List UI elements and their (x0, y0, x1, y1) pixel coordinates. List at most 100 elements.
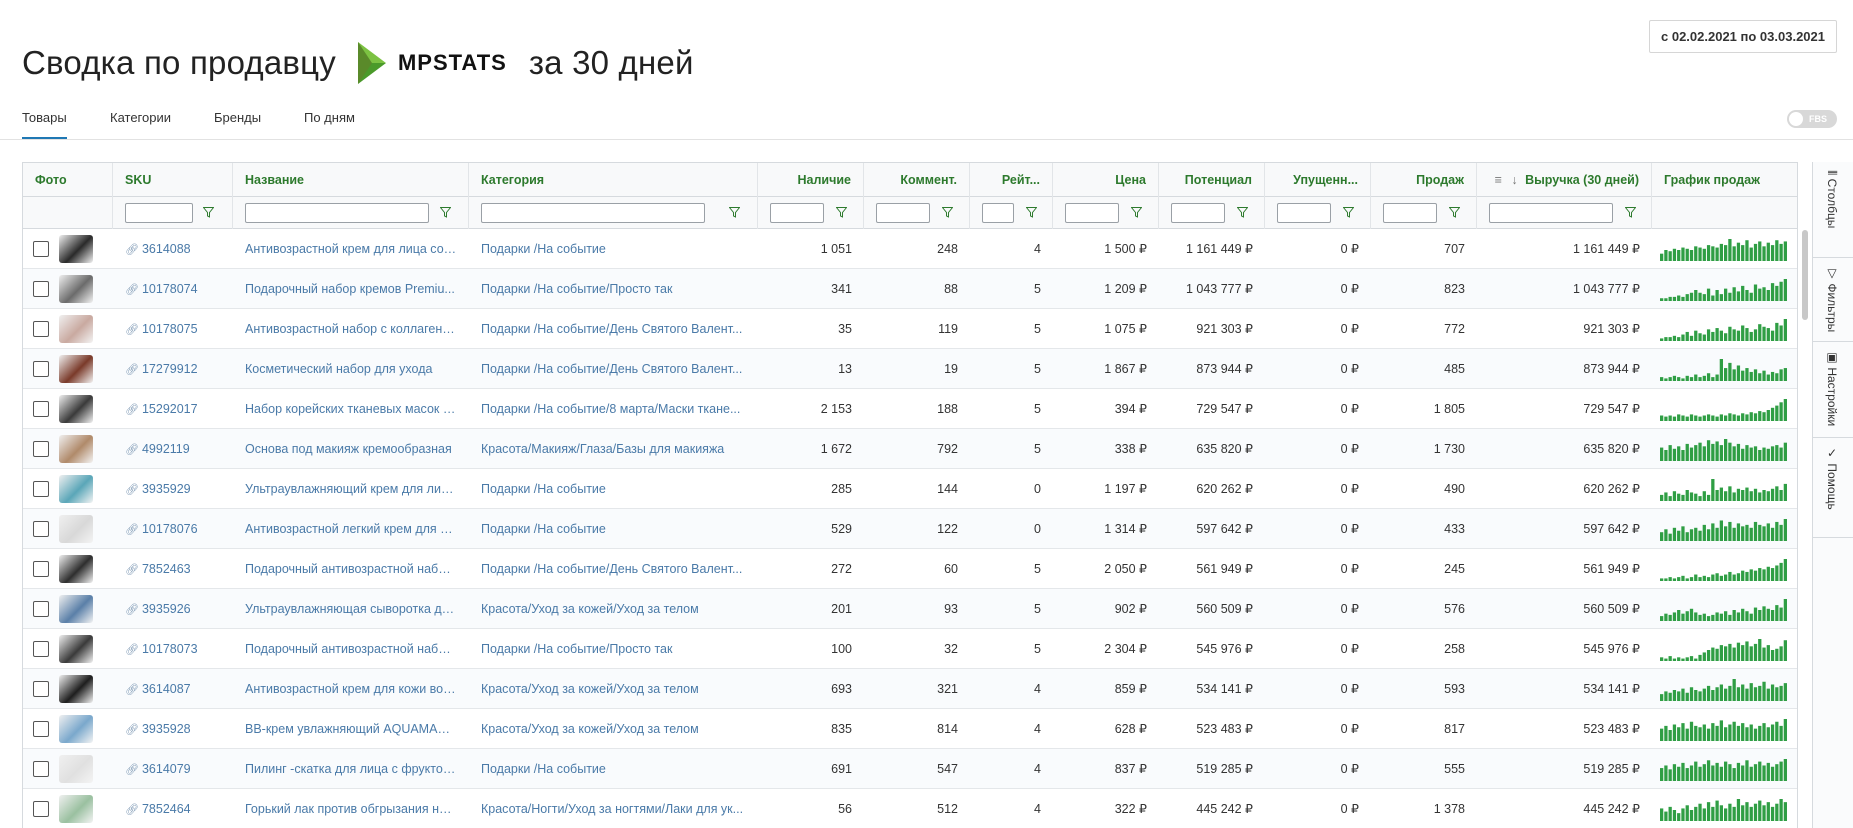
table-row[interactable]: 🔗︎ 17279912 Косметический набор для ухода П… (23, 349, 1797, 389)
row-select-checkbox[interactable] (33, 361, 49, 377)
product-photo[interactable] (59, 555, 93, 583)
side-button-columns[interactable]: ⦀ Столбцы (1813, 162, 1853, 258)
table-row[interactable]: 🔗︎ 10178076 Антивозрастной легкий крем для… (23, 509, 1797, 549)
category-filter-input[interactable] (481, 203, 705, 223)
link-icon[interactable]: 🔗︎ (125, 390, 139, 429)
sku-value[interactable]: 4992119 (142, 442, 190, 456)
cell-sku[interactable]: 🔗︎ 17279912 (113, 349, 233, 389)
side-button-settings[interactable]: ▣ Настройки (1813, 342, 1853, 438)
product-photo[interactable] (59, 515, 93, 543)
cell-name[interactable]: Косметический набор для ухода (233, 349, 469, 389)
row-select-checkbox[interactable] (33, 441, 49, 457)
cell-category[interactable]: Подарки /На событие/Просто так (469, 629, 758, 669)
col-header-photo[interactable]: Фото (23, 163, 113, 197)
filter-funnel-icon[interactable] (203, 207, 214, 218)
row-select-checkbox[interactable] (33, 721, 49, 737)
row-select-checkbox[interactable] (33, 761, 49, 777)
cell-name[interactable]: Ультраувлажняющая сыворотка для ... (233, 589, 469, 629)
tab-brands[interactable]: Бренды (214, 110, 261, 137)
cell-sku[interactable]: 🔗︎ 10178075 (113, 309, 233, 349)
table-row[interactable]: 🔗︎ 3614087 Антивозрастной крем для кожи во… (23, 669, 1797, 709)
sku-value[interactable]: 17279912 (142, 362, 198, 376)
link-icon[interactable]: 🔗︎ (125, 350, 139, 389)
sku-value[interactable]: 3614079 (142, 762, 191, 776)
row-select-checkbox[interactable] (33, 321, 49, 337)
link-icon[interactable]: 🔗︎ (125, 230, 139, 269)
table-row[interactable]: 🔗︎ 3614079 Пилинг -скатка для лица с фрукт… (23, 749, 1797, 789)
product-photo[interactable] (59, 715, 93, 743)
product-photo[interactable] (59, 795, 93, 823)
cell-category[interactable]: Красота/Уход за кожей/Уход за телом (469, 669, 758, 709)
cell-category[interactable]: Подарки /На событие/8 марта/Маски ткане.… (469, 389, 758, 429)
filter-funnel-icon[interactable] (1131, 207, 1142, 218)
col-header-chart[interactable]: График продаж (1652, 163, 1797, 197)
cell-category[interactable]: Подарки /На событие/День Святого Валент.… (469, 549, 758, 589)
link-icon[interactable]: 🔗︎ (125, 630, 139, 669)
sku-value[interactable]: 3935928 (142, 722, 191, 736)
cell-name[interactable]: Набор корейских тканевых масок Ас... (233, 389, 469, 429)
filter-funnel-icon[interactable] (1237, 207, 1248, 218)
filter-funnel-icon[interactable] (942, 207, 953, 218)
cell-name[interactable]: Горький лак против обгрызания ног... (233, 789, 469, 828)
sku-value[interactable]: 3614087 (142, 682, 191, 696)
filter-funnel-icon[interactable] (1026, 207, 1037, 218)
row-select-checkbox[interactable] (33, 401, 49, 417)
name-filter-input[interactable] (245, 203, 429, 223)
sku-value[interactable]: 3935929 (142, 482, 191, 496)
table-row[interactable]: 🔗︎ 10178075 Антивозрастной набор с коллаге… (23, 309, 1797, 349)
cell-category[interactable]: Подарки /На событие/День Святого Валент.… (469, 349, 758, 389)
table-row[interactable]: 🔗︎ 7852464 Горький лак против обгрызания н… (23, 789, 1797, 828)
cell-name[interactable]: Антивозрастной набор с коллагено... (233, 309, 469, 349)
sku-filter-input[interactable] (125, 203, 193, 223)
comments-filter-input[interactable] (876, 203, 930, 223)
product-photo[interactable] (59, 275, 93, 303)
cell-category[interactable]: Подарки /На событие/Просто так (469, 269, 758, 309)
lost-filter-input[interactable] (1277, 203, 1331, 223)
product-photo[interactable] (59, 595, 93, 623)
sku-value[interactable]: 3935926 (142, 602, 191, 616)
tab-categories[interactable]: Категории (110, 110, 171, 137)
revenue-filter-input[interactable] (1489, 203, 1613, 223)
link-icon[interactable]: 🔗︎ (125, 510, 139, 549)
link-icon[interactable]: 🔗︎ (125, 270, 139, 309)
product-photo[interactable] (59, 235, 93, 263)
col-header-stock[interactable]: Наличие (758, 163, 864, 197)
product-photo[interactable] (59, 635, 93, 663)
cell-name[interactable]: Основа под макияж кремообразная (233, 429, 469, 469)
side-button-help[interactable]: ✓ Помощь (1813, 438, 1853, 538)
table-row[interactable]: 🔗︎ 15292017 Набор корейских тканевых масок… (23, 389, 1797, 429)
row-select-checkbox[interactable] (33, 561, 49, 577)
cell-category[interactable]: Подарки /На событие (469, 749, 758, 789)
col-header-comments[interactable]: Коммент. (864, 163, 970, 197)
table-row[interactable]: 🔗︎ 10178073 Подарочный антивозрастной набо… (23, 629, 1797, 669)
cell-name[interactable]: Подарочный антивозрастной набор... (233, 549, 469, 589)
sku-value[interactable]: 10178073 (142, 642, 198, 656)
tab-products[interactable]: Товары (22, 110, 67, 139)
table-row[interactable]: 🔗︎ 3935929 Ультраувлажняющий крем для лица… (23, 469, 1797, 509)
cell-sku[interactable]: 🔗︎ 3935929 (113, 469, 233, 509)
link-icon[interactable]: 🔗︎ (125, 470, 139, 509)
cell-name[interactable]: Подарочный набор кремов Premiu... (233, 269, 469, 309)
cell-name[interactable]: BB-крем увлажняющий AQUAMAX ... (233, 709, 469, 749)
row-select-checkbox[interactable] (33, 521, 49, 537)
col-header-price[interactable]: Цена (1053, 163, 1159, 197)
link-icon[interactable]: 🔗︎ (125, 430, 139, 469)
row-select-checkbox[interactable] (33, 641, 49, 657)
row-select-checkbox[interactable] (33, 681, 49, 697)
cell-category[interactable]: Подарки /На событие (469, 229, 758, 269)
row-select-checkbox[interactable] (33, 241, 49, 257)
col-header-revenue[interactable]: ≡ ↓ Выручка (30 дней) (1477, 163, 1652, 197)
product-photo[interactable] (59, 395, 93, 423)
cell-category[interactable]: Красота/Уход за кожей/Уход за телом (469, 589, 758, 629)
potential-filter-input[interactable] (1171, 203, 1225, 223)
cell-category[interactable]: Красота/Макияж/Глаза/Базы для макияжа (469, 429, 758, 469)
tab-by-days[interactable]: По дням (304, 110, 355, 137)
table-row[interactable]: 🔗︎ 10178074 Подарочный набор кремов Premiu… (23, 269, 1797, 309)
cell-sku[interactable]: 🔗︎ 3614088 (113, 229, 233, 269)
cell-sku[interactable]: 🔗︎ 10178073 (113, 629, 233, 669)
sku-value[interactable]: 3614088 (142, 242, 191, 256)
cell-sku[interactable]: 🔗︎ 7852463 (113, 549, 233, 589)
col-header-rating[interactable]: Рейт... (970, 163, 1053, 197)
table-row[interactable]: 🔗︎ 7852463 Подарочный антивозрастной набор… (23, 549, 1797, 589)
filter-funnel-icon[interactable] (729, 207, 740, 218)
